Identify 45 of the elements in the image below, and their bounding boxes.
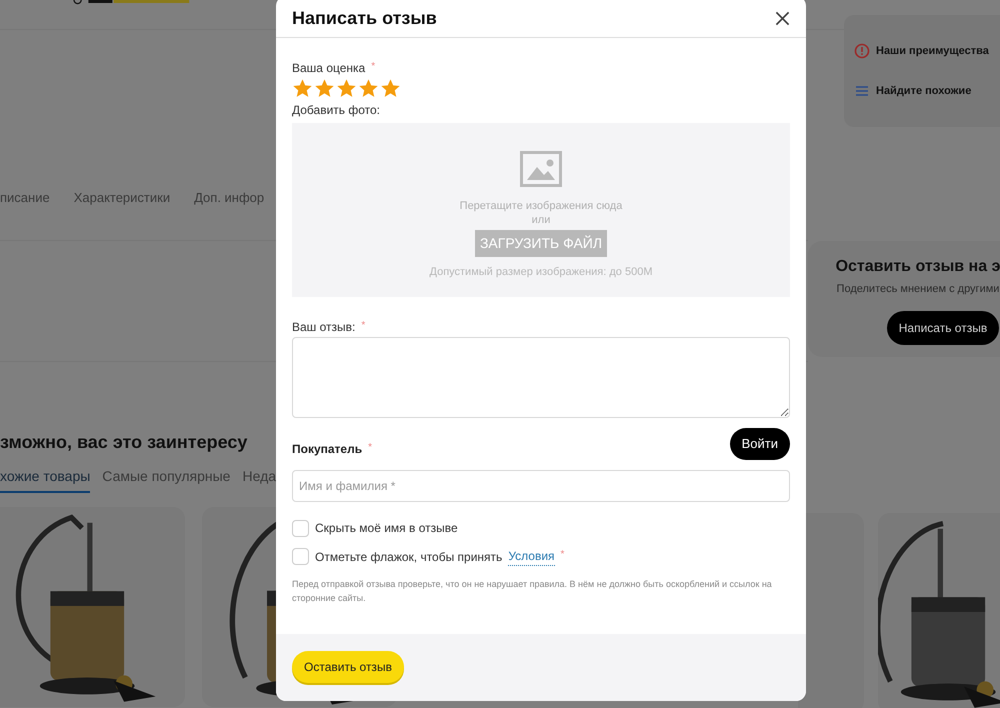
login-button[interactable]: Войти — [730, 428, 790, 460]
required-mark: * — [361, 319, 366, 333]
alert-icon — [854, 42, 870, 59]
checkbox-label: Скрыть моё имя в отзыве — [315, 520, 458, 537]
dropzone-hint: или — [532, 213, 550, 227]
review-textarea[interactable] — [292, 337, 790, 418]
star-icon[interactable] — [314, 78, 335, 99]
submit-button[interactable]: Оставить отзыв — [292, 651, 404, 683]
upload-button[interactable]: ЗАГРУЗИТЬ ФАЙЛ — [474, 230, 608, 257]
tab[interactable]: писание — [0, 188, 50, 208]
name-input[interactable]: Имя и фамилия * — [292, 470, 790, 502]
field-label: Добавить фото: — [292, 102, 382, 119]
notice-text: Перед отправкой отзыва проверьте, что он не нарушает правила. В нём не должно быть оскорблений и ссылок на сторонние сайты. — [292, 578, 773, 605]
panel-link[interactable]: Найдите похожие — [876, 83, 972, 100]
tab[interactable]: Самые популярные — [102, 466, 230, 493]
review-card-title: Оставить отзыв на э — [836, 257, 1000, 277]
panel-link[interactable]: Наши преимущества — [876, 42, 989, 59]
star-icon[interactable] — [380, 78, 401, 99]
dropzone-hint: Перетащите изображения сюда — [460, 199, 622, 213]
dialog-title: Написать отзыв — [292, 7, 437, 30]
star-icon[interactable] — [292, 78, 313, 99]
field-label: Покупатель — [292, 441, 362, 458]
tab[interactable]: Доп. инфор — [194, 188, 264, 208]
photo-dropzone[interactable]: Перетащите изображения сюда или ЗАГРУЗИТЬ ФАЙЛ Допустимый размер изображения: до 500M — [292, 123, 790, 297]
checkbox[interactable] — [292, 548, 309, 565]
terms-link[interactable]: Условия — [508, 547, 555, 566]
write-review-button[interactable]: Написать отзыв — [886, 310, 1000, 344]
star-icon[interactable] — [336, 78, 357, 99]
checkbox-label: Отметьте флажок, чтобы принять — [315, 548, 502, 566]
checkbox[interactable] — [292, 520, 309, 536]
tab[interactable]: Неда — [242, 466, 276, 493]
required-mark: * — [560, 548, 564, 562]
field-label: Ваш отзыв: — [292, 319, 356, 336]
section-title: зможно, вас это заинтересу — [0, 431, 248, 454]
star-rating[interactable] — [292, 78, 401, 100]
required-mark: * — [371, 60, 376, 74]
image-icon — [520, 151, 562, 187]
required-mark: * — [368, 441, 372, 455]
tab[interactable]: Характеристики — [74, 188, 170, 208]
review-card-text: Поделитесь мнением с другими — [836, 282, 1000, 297]
close-icon[interactable] — [775, 11, 790, 26]
star-icon[interactable] — [358, 78, 379, 99]
size-note: Допустимый размер изображения: до 500M — [430, 265, 652, 280]
field-label: Ваша оценка — [292, 60, 366, 77]
tab[interactable]: хожие товары — [0, 466, 90, 493]
